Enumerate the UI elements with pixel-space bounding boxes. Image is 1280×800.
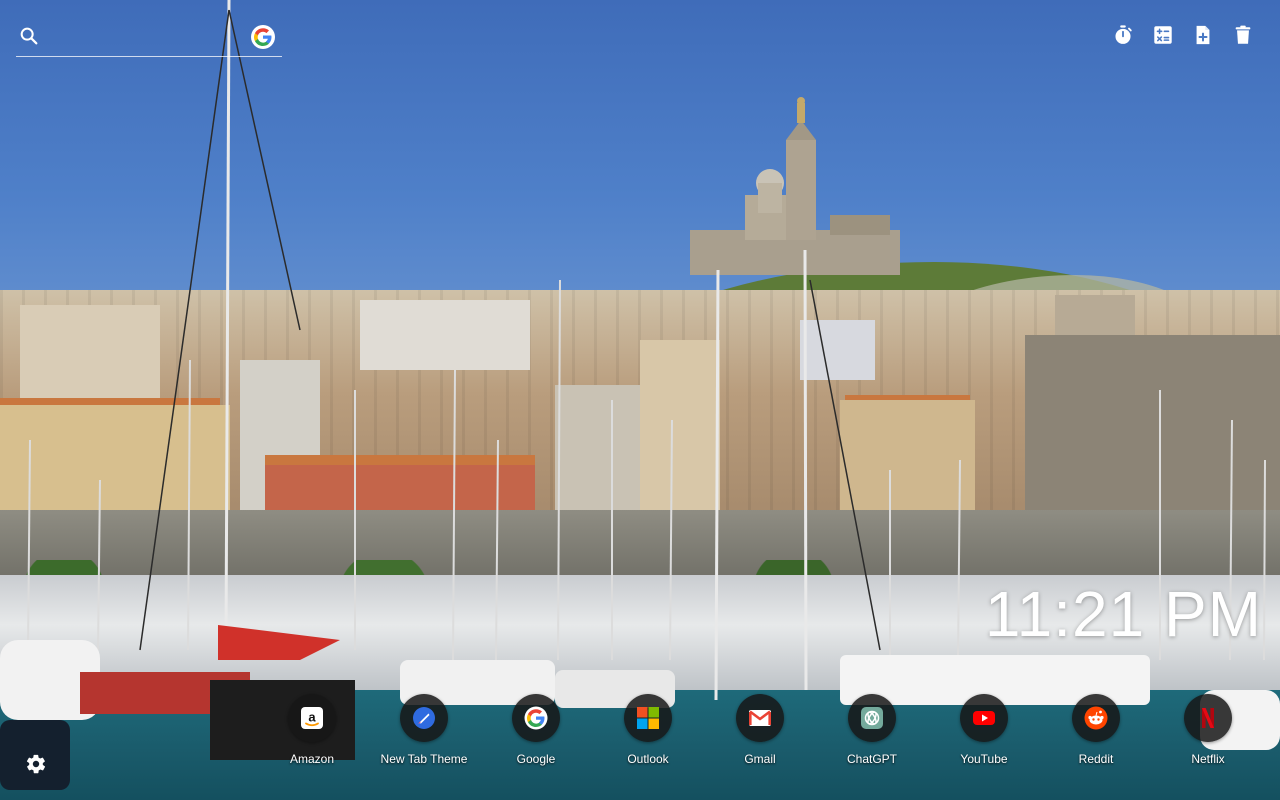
search-icon[interactable] <box>18 25 40 47</box>
clock: 11:21 PM <box>984 578 1262 650</box>
search-input[interactable] <box>46 24 250 52</box>
shortcut-reddit[interactable]: Reddit <box>1048 694 1144 766</box>
top-toolbar <box>1112 24 1254 46</box>
trash-icon[interactable] <box>1232 24 1254 46</box>
note-add-icon[interactable] <box>1192 24 1214 46</box>
shortcut-label: ChatGPT <box>846 752 897 766</box>
shortcut-youtube[interactable]: YouTube <box>936 694 1032 766</box>
calculator-icon[interactable] <box>1152 24 1174 46</box>
shortcut-label: YouTube <box>960 752 1008 766</box>
shortcut-label: Amazon <box>289 752 335 766</box>
shortcut-label: Netflix <box>1191 752 1225 766</box>
shortcut-google[interactable]: Google <box>488 694 584 766</box>
shortcut-label: Reddit <box>1078 752 1114 766</box>
shortcut-icon-bg <box>960 694 1008 742</box>
microsoft-icon <box>637 707 659 729</box>
shortcut-icon-bg <box>1072 694 1120 742</box>
shortcut-gmail[interactable]: Gmail <box>712 694 808 766</box>
shortcut-label: Gmail <box>744 752 776 766</box>
new-tab-theme-icon <box>413 707 435 729</box>
shortcut-icon-bg: a <box>288 694 336 742</box>
shortcut-amazon[interactable]: a Amazon <box>264 694 360 766</box>
google-icon <box>524 706 548 730</box>
gear-icon[interactable] <box>25 753 47 775</box>
boat-masts <box>0 0 1280 790</box>
shortcut-netflix[interactable]: Netflix <box>1160 694 1256 766</box>
gmail-icon <box>748 710 772 726</box>
google-g-icon[interactable] <box>251 25 275 49</box>
shortcut-outlook[interactable]: Outlook <box>600 694 696 766</box>
shortcut-icon-bg <box>624 694 672 742</box>
netflix-icon <box>1202 708 1214 728</box>
shortcut-new-tab-theme[interactable]: New Tab Theme <box>376 694 472 766</box>
youtube-icon <box>973 711 995 725</box>
svg-text:a: a <box>308 710 316 725</box>
stopwatch-icon[interactable] <box>1112 24 1134 46</box>
shortcut-icon-bg <box>1184 694 1232 742</box>
amazon-icon: a <box>301 707 323 729</box>
shortcut-icon-bg <box>512 694 560 742</box>
shortcut-label: Outlook <box>627 752 669 766</box>
shortcuts-dock: a Amazon New Tab Theme Google Outlook Gm… <box>264 694 1264 774</box>
reddit-icon <box>1084 706 1108 730</box>
shortcut-icon-bg <box>736 694 784 742</box>
shortcut-label: New Tab Theme <box>380 752 468 766</box>
shortcut-icon-bg <box>848 694 896 742</box>
shortcut-label: Google <box>516 752 556 766</box>
chatgpt-icon <box>861 707 883 729</box>
shortcut-icon-bg <box>400 694 448 742</box>
shortcut-chatgpt[interactable]: ChatGPT <box>824 694 920 766</box>
search-bar[interactable] <box>16 22 282 57</box>
background-photo <box>0 0 1280 800</box>
